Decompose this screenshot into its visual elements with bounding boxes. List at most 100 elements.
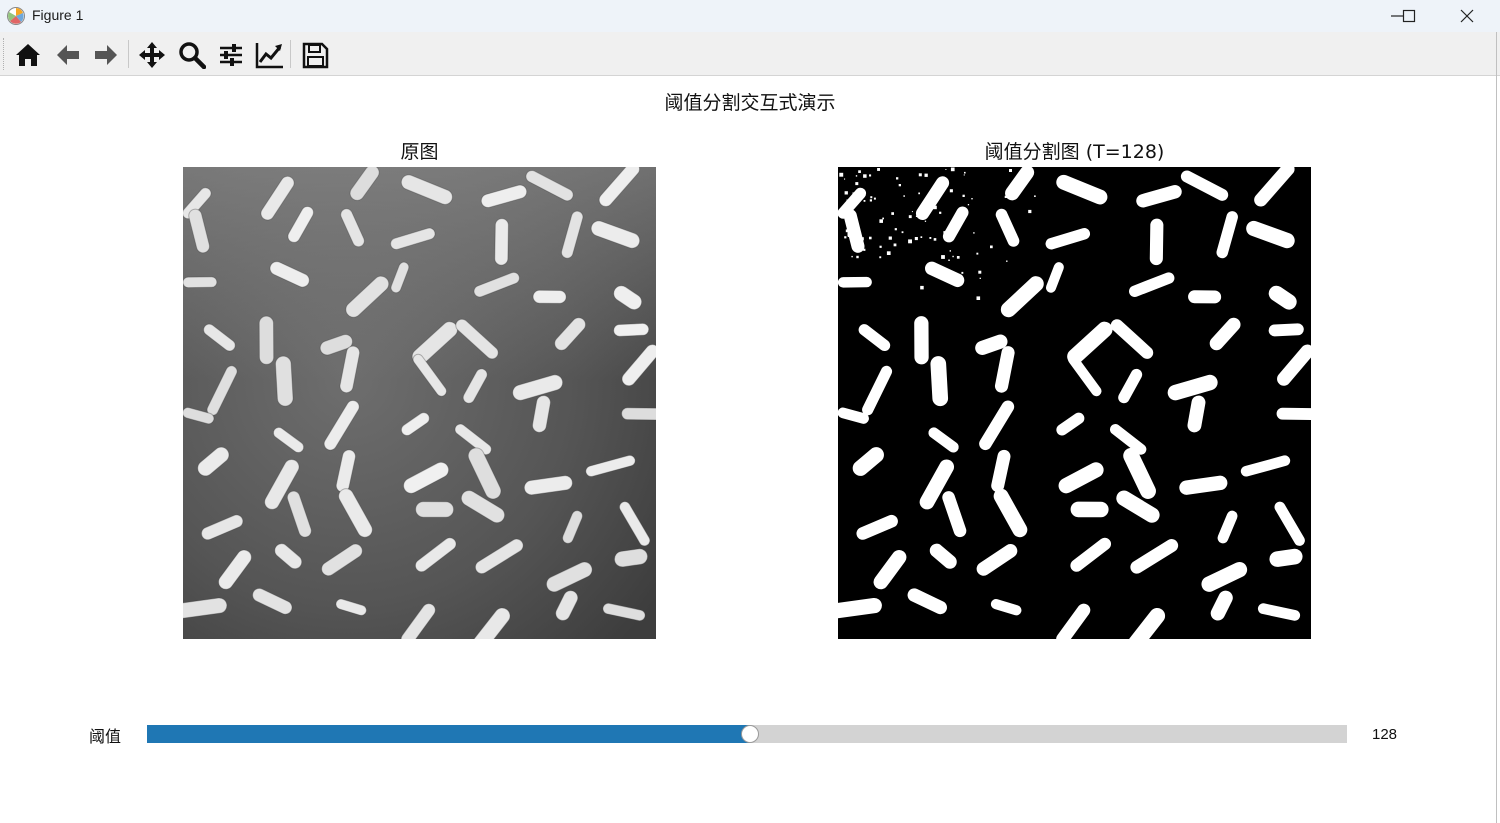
- forward-button[interactable]: [89, 38, 121, 70]
- noise-speckle: [945, 169, 947, 170]
- noise-speckle: [896, 177, 899, 180]
- subplots-icon: [220, 44, 242, 66]
- noise-speckle: [949, 189, 953, 193]
- noise-speckle: [933, 238, 937, 241]
- noise-speckle: [879, 219, 883, 223]
- rice-grain: [1276, 407, 1311, 420]
- noise-speckle: [1009, 169, 1012, 172]
- noise-speckle: [920, 285, 924, 290]
- close-button[interactable]: [1444, 0, 1490, 32]
- rice-grain: [838, 276, 872, 288]
- noise-speckle: [1034, 195, 1036, 197]
- noise-speckle: [894, 228, 897, 231]
- rice-grain: [532, 289, 567, 304]
- noise-speckle: [962, 194, 965, 197]
- window-title-bar: Figure 1: [0, 0, 1500, 32]
- matplotlib-app-icon: [7, 7, 25, 25]
- noise-speckle: [950, 167, 955, 172]
- threshold-slider-handle[interactable]: [741, 725, 759, 743]
- slider-label: 阈值: [89, 727, 122, 746]
- noise-speckle: [903, 195, 905, 197]
- figure-suptitle: 阈值分割交互式演示: [664, 92, 836, 114]
- noise-speckle: [891, 212, 894, 215]
- noise-speckle: [844, 178, 846, 180]
- noise-speckle: [893, 243, 897, 247]
- slider-value: 128: [1372, 726, 1398, 743]
- noise-speckle: [941, 255, 945, 259]
- thresholded-image[interactable]: [838, 167, 1311, 639]
- noise-speckle: [963, 174, 965, 176]
- noise-speckle: [967, 204, 970, 206]
- noise-speckle: [979, 277, 981, 279]
- rice-grain: [1188, 290, 1222, 304]
- configure-subplots-button[interactable]: [214, 38, 246, 70]
- rice-grain: [415, 501, 455, 518]
- axes-title-threshold: 阈值分割图 (T=128): [984, 141, 1165, 163]
- noise-speckle: [886, 251, 891, 255]
- noise-speckle: [978, 270, 982, 274]
- noise-speckle: [973, 232, 975, 234]
- axes-title-original: 原图: [400, 141, 439, 163]
- noise-speckle: [851, 255, 853, 258]
- noise-speckle: [898, 184, 901, 187]
- original-rice-image: [183, 167, 656, 639]
- noise-speckle: [1006, 260, 1008, 262]
- window-title: Figure 1: [32, 7, 84, 23]
- toolbar-grip: [3, 38, 6, 70]
- noise-speckle: [908, 215, 912, 219]
- threshold-slider-fill: [147, 725, 749, 743]
- noise-speckle: [879, 245, 882, 248]
- noise-speckle: [873, 197, 876, 200]
- rice-grain: [1070, 501, 1109, 518]
- noise-speckle: [918, 192, 920, 195]
- noise-speckle: [863, 174, 867, 178]
- rice-grain: [1149, 218, 1164, 266]
- zoom-button[interactable]: [175, 38, 207, 70]
- pan-icon: [139, 42, 165, 68]
- home-button[interactable]: [11, 38, 43, 70]
- edit-axis-button[interactable]: [252, 38, 284, 70]
- rice-grain: [1268, 323, 1304, 337]
- save-button[interactable]: [298, 38, 330, 70]
- back-arrow-icon: [57, 45, 79, 65]
- close-icon: [1460, 9, 1474, 23]
- home-icon: [16, 44, 40, 66]
- back-button[interactable]: [51, 38, 83, 70]
- navigation-toolbar: [0, 32, 1500, 76]
- rice-grain: [914, 316, 929, 365]
- toolbar-separator: [128, 40, 129, 68]
- noise-speckle: [844, 191, 848, 195]
- noise-speckle: [929, 237, 932, 239]
- pan-button[interactable]: [135, 38, 167, 70]
- save-icon: [302, 42, 329, 69]
- noise-speckle: [844, 236, 847, 239]
- zoom-icon: [179, 42, 206, 69]
- rice-grain: [274, 355, 294, 407]
- noise-speckle: [924, 220, 927, 222]
- toolbar-separator: [290, 40, 291, 68]
- noise-speckle: [924, 173, 928, 177]
- rice-grain: [621, 407, 656, 421]
- noise-speckle: [869, 199, 872, 202]
- maximize-icon: [1402, 9, 1416, 23]
- noise-speckle: [908, 239, 912, 244]
- noise-speckle: [855, 182, 859, 186]
- noise-speckle: [990, 245, 993, 249]
- noise-speckle: [914, 237, 918, 241]
- noise-speckle: [918, 173, 922, 177]
- noise-speckle: [877, 168, 880, 171]
- noise-speckle: [882, 217, 884, 220]
- noise-speckle: [964, 171, 966, 174]
- noise-speckle: [869, 174, 872, 177]
- noise-speckle: [879, 256, 882, 259]
- rice-grain: [494, 218, 509, 266]
- original-image[interactable]: [183, 167, 656, 639]
- noise-speckle: [870, 196, 873, 199]
- noise-speckle: [961, 271, 964, 274]
- noise-speckle: [863, 200, 866, 202]
- rice-grain: [183, 276, 218, 289]
- rice-grain: [258, 315, 275, 365]
- noise-speckle: [956, 256, 960, 259]
- maximize-button[interactable]: [1386, 0, 1432, 32]
- noise-speckle: [911, 211, 913, 213]
